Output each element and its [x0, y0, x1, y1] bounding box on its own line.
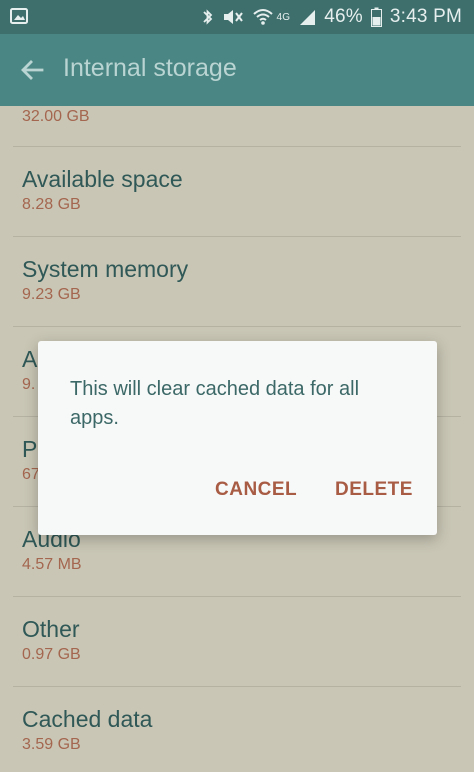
list-item-available-space[interactable]: Available space 8.28 GB — [22, 166, 452, 214]
battery-percent: 46% — [324, 6, 363, 27]
list-item-value: 8.28 GB — [22, 196, 81, 213]
delete-button[interactable]: DELETE — [335, 479, 413, 501]
list-item-title: Cached data — [22, 706, 153, 732]
list-item-title: Available space — [22, 166, 183, 192]
list-item-other[interactable]: Other 0.97 GB — [22, 616, 452, 664]
list-item-value: 3.59 GB — [22, 736, 81, 753]
list-item-system-memory[interactable]: System memory 9.23 GB — [22, 256, 452, 304]
cancel-button[interactable]: CANCEL — [215, 479, 297, 501]
list-item-title: System memory — [22, 256, 189, 282]
bluetooth-icon — [202, 7, 214, 27]
list-item-cached-data[interactable]: Cached data 3.59 GB — [22, 706, 452, 754]
divider — [13, 326, 461, 327]
divider — [13, 596, 461, 597]
list-item-value: 4.57 MB — [22, 556, 82, 573]
list-item-value: 32.00 GB — [22, 108, 90, 125]
list-item-total[interactable]: 32.00 GB — [22, 108, 452, 126]
list-item-value: 0.97 GB — [22, 646, 81, 663]
network-type: 4G — [276, 11, 291, 23]
list-item-value: 9.23 GB — [22, 286, 81, 303]
list-item-title: Other — [22, 616, 80, 642]
status-bar: 4G 46% 3:43 PM — [0, 0, 474, 34]
app-bar: Internal storage — [0, 34, 474, 106]
divider — [13, 686, 461, 687]
dialog-message: This will clear cached data for all apps… — [70, 378, 360, 429]
page-title: Internal storage — [63, 54, 237, 82]
image-icon — [10, 7, 28, 25]
arrow-left-icon[interactable] — [18, 56, 46, 84]
signal-icon — [298, 8, 316, 26]
status-icons: 4G 46% 3:43 PM — [202, 0, 462, 34]
wifi-icon — [252, 7, 274, 27]
divider — [13, 236, 461, 237]
clock: 3:43 PM — [389, 6, 462, 27]
battery-icon — [370, 7, 382, 27]
divider — [13, 146, 461, 147]
clear-cache-dialog: This will clear cached data for all apps… — [38, 341, 437, 535]
mute-icon — [222, 7, 244, 27]
